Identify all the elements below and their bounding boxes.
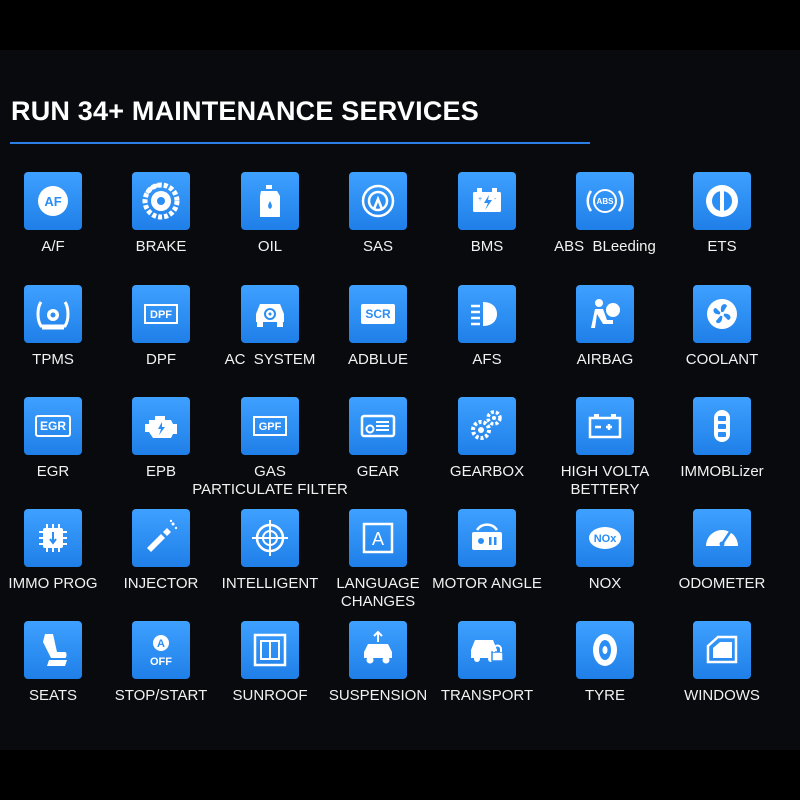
motor-angle-icon — [465, 516, 509, 560]
service-icon-button[interactable] — [458, 285, 516, 343]
service-icon-button[interactable] — [458, 621, 516, 679]
service-icon-button[interactable]: A OFF — [132, 621, 190, 679]
dpf-icon: DPF — [139, 292, 183, 336]
abs-icon: ABS — [583, 179, 627, 223]
service-icon-button[interactable]: EGR — [24, 397, 82, 455]
service-icon-button[interactable] — [349, 621, 407, 679]
service-icon-button[interactable] — [241, 621, 299, 679]
airbag-icon — [583, 292, 627, 336]
car-ac-icon — [248, 292, 292, 336]
window-icon — [700, 628, 744, 672]
svg-text:GPF: GPF — [259, 421, 282, 433]
scr-icon: SCR — [356, 292, 400, 336]
suspension-icon — [356, 628, 400, 672]
service-icon-button[interactable]: + - — [458, 172, 516, 230]
fan-icon — [700, 292, 744, 336]
service-icon-button[interactable] — [693, 621, 751, 679]
svg-text:OFF: OFF — [150, 656, 172, 668]
svg-text:DPF: DPF — [150, 309, 172, 321]
svg-text:ABS: ABS — [597, 197, 615, 206]
service-icon-button[interactable] — [576, 397, 634, 455]
service-icon-button[interactable] — [24, 621, 82, 679]
service-icon-button[interactable]: NOx — [576, 509, 634, 567]
service-icon-button[interactable] — [458, 509, 516, 567]
service-label: ODOMETER — [678, 575, 766, 592]
page: RUN 34+ MAINTENANCE SERVICES AF A/F BRAKE O… — [0, 0, 800, 800]
headlight-icon — [465, 292, 509, 336]
service-icon-button[interactable] — [132, 509, 190, 567]
service-icon-button[interactable] — [132, 397, 190, 455]
service-icon-button[interactable] — [576, 621, 634, 679]
service-icon-button[interactable] — [24, 285, 82, 343]
gpf-icon: GPF — [248, 404, 292, 448]
stop-start-icon: A OFF — [139, 628, 183, 672]
chip-icon — [31, 516, 75, 560]
af-icon: AF — [31, 179, 75, 223]
title-underline — [10, 142, 590, 144]
service-icon-button[interactable] — [693, 285, 751, 343]
service-label: WINDOWS — [684, 687, 760, 704]
throttle-icon — [700, 179, 744, 223]
engine-icon — [139, 404, 183, 448]
brake-disc-icon — [139, 179, 183, 223]
service-icon-button[interactable]: ABS — [576, 172, 634, 230]
egr-icon: EGR — [31, 404, 75, 448]
oil-bottle-icon — [248, 179, 292, 223]
injector-icon — [139, 516, 183, 560]
service-icon-button[interactable] — [132, 172, 190, 230]
service-label: ETS — [707, 238, 737, 255]
service-icon-button[interactable]: SCR — [349, 285, 407, 343]
service-icon-button[interactable]: DPF — [132, 285, 190, 343]
hv-battery-icon — [583, 404, 627, 448]
service-label: COOLANT — [685, 351, 759, 368]
svg-text:+: + — [478, 196, 482, 203]
service-icon-button[interactable]: A — [349, 509, 407, 567]
service-icon-button[interactable] — [24, 509, 82, 567]
transport-lock-icon — [465, 628, 509, 672]
seat-icon — [31, 628, 75, 672]
svg-text:SCR: SCR — [365, 307, 391, 321]
nox-icon: NOx — [583, 516, 627, 560]
steering-angle-icon — [356, 179, 400, 223]
gear-card-icon — [356, 404, 400, 448]
service-icon-button[interactable] — [349, 172, 407, 230]
tyre-icon — [583, 628, 627, 672]
key-fob-icon — [700, 404, 744, 448]
crosshair-icon — [248, 516, 292, 560]
svg-text:AF: AF — [44, 194, 61, 209]
service-icon-button[interactable] — [693, 397, 751, 455]
service-icon-button[interactable] — [693, 172, 751, 230]
service-icon-button[interactable] — [241, 509, 299, 567]
language-icon: A — [356, 516, 400, 560]
service-icon-button[interactable] — [458, 397, 516, 455]
service-icon-button[interactable]: GPF — [241, 397, 299, 455]
bottom-band — [0, 750, 800, 800]
service-icon-button[interactable]: AF — [24, 172, 82, 230]
service-icon-button[interactable] — [693, 509, 751, 567]
svg-text:NOx: NOx — [594, 533, 618, 545]
service-icon-button[interactable] — [349, 397, 407, 455]
page-title: RUN 34+ MAINTENANCE SERVICES — [11, 96, 479, 126]
service-icon-button[interactable] — [241, 172, 299, 230]
svg-text:A: A — [372, 529, 384, 549]
battery-icon: + - — [465, 179, 509, 223]
sunroof-icon — [248, 628, 292, 672]
tire-pressure-icon — [31, 292, 75, 336]
top-band — [0, 0, 800, 50]
svg-text:A: A — [157, 638, 165, 650]
gears-icon — [465, 404, 509, 448]
service-icon-button[interactable] — [241, 285, 299, 343]
svg-text:EGR: EGR — [40, 419, 66, 433]
odometer-icon — [700, 516, 744, 560]
service-icon-button[interactable] — [576, 285, 634, 343]
service-label: IMMOBLizer — [680, 463, 764, 480]
